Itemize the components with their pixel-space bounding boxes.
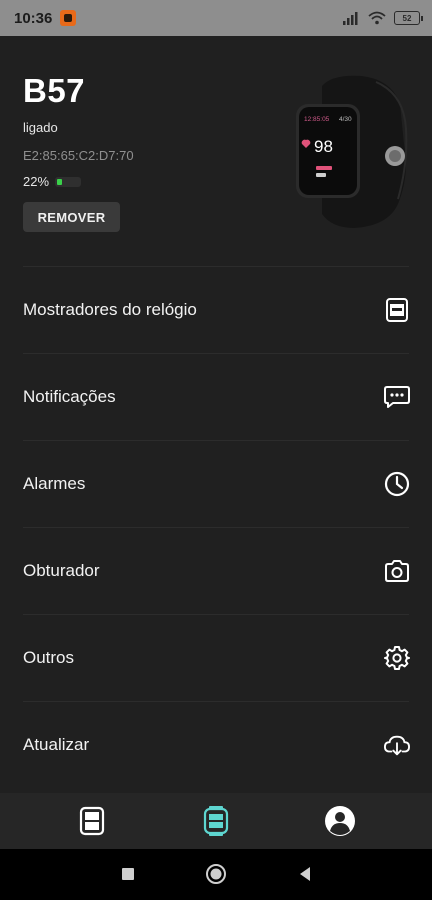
recents-button[interactable] [117,863,139,885]
connection-status: ligado [23,120,58,135]
remove-button[interactable]: REMOVER [23,202,120,232]
status-bar: 10:36 52 [0,0,432,36]
menu-item-alarms[interactable]: Alarmes [0,440,432,527]
device-name: B57 [23,72,86,109]
menu-item-label: Alarmes [23,473,86,493]
watch-time: 12:85:05 [304,116,330,123]
menu-item-label: Atualizar [23,734,90,754]
watch-date: 4/30 [339,116,352,123]
menu-item-watch-faces[interactable]: Mostradores do relógio [0,266,432,353]
wifi-icon [368,11,386,25]
message-icon [384,384,410,410]
bottom-tab-bar [0,793,432,849]
device-list-icon [79,806,105,836]
battery-percent: 22% [23,174,50,189]
profile-icon [325,806,355,836]
menu-item-others[interactable]: Outros [0,614,432,701]
menu-item-label: Notificações [23,386,116,406]
battery-icon: 52 [394,11,423,25]
home-button[interactable] [205,863,227,885]
watch-image: 12:85:05 4/30 98 [296,75,408,228]
status-icons: 52 [342,11,423,25]
menu-item-notifications[interactable]: Notificações [0,353,432,440]
device-battery: 22% [23,174,82,189]
back-button[interactable] [294,863,316,885]
app-notification-icon [60,10,77,26]
battery-fill [57,178,63,185]
menu-item-label: Mostradores do relógio [23,299,197,319]
camera-icon [384,558,410,584]
watch-face-icon [384,297,410,323]
battery-level: 52 [402,13,412,23]
menu-item-label: Obturador [23,560,100,580]
watch-heart-rate: 98 [314,137,333,156]
system-nav-bar [0,849,432,900]
clock-icon [384,471,410,497]
menu-item-shutter[interactable]: Obturador [0,527,432,614]
menu-item-label: Outros [23,647,75,667]
watch-icon [203,806,229,836]
tab-watch[interactable] [196,801,236,841]
circle-icon [206,864,226,884]
menu-item-update[interactable]: Atualizar [0,701,432,788]
cloud-download-icon [384,732,410,758]
battery-bar [55,176,82,187]
tab-profile[interactable] [320,801,360,841]
settings-menu: Mostradores do relógio Notificações Alar… [0,266,432,788]
main-content: B57 ligado E2:85:65:C2:D7:70 22% REMOVER… [0,36,432,793]
tab-devices[interactable] [72,801,112,841]
device-card: B57 ligado E2:85:65:C2:D7:70 22% REMOVER… [0,36,432,266]
back-triangle-icon [300,867,310,881]
status-time: 10:36 [14,9,53,27]
square-icon [122,868,134,880]
device-mac-address: E2:85:65:C2:D7:70 [23,148,134,163]
gear-icon [384,645,410,671]
signal-icon [343,12,358,25]
